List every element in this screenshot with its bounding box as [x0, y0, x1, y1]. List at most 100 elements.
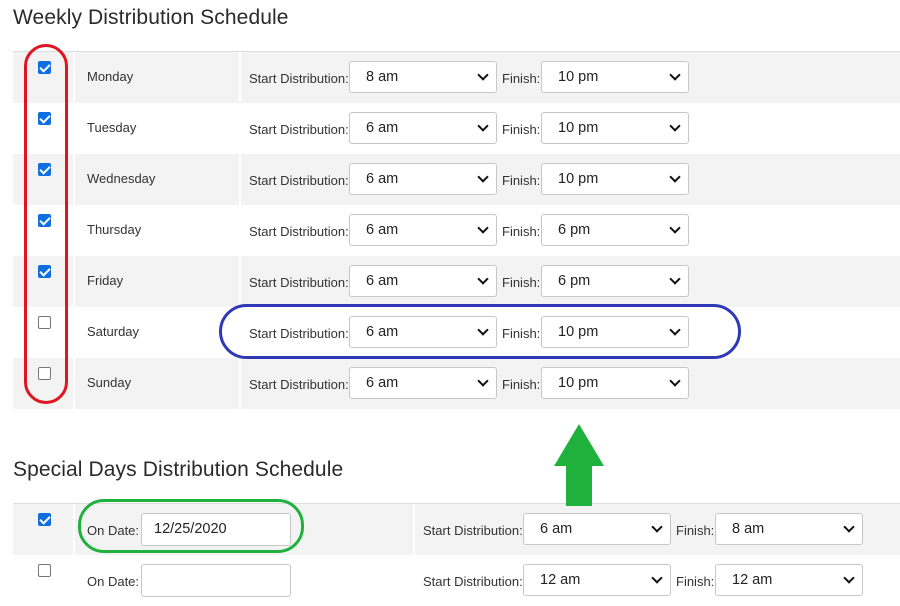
start-time-select[interactable]: 12 am	[523, 564, 671, 596]
finish-label: Finish:	[676, 574, 715, 589]
day-name: Monday	[87, 69, 134, 84]
column-divider	[73, 154, 75, 205]
start-time-select[interactable]: 6 am	[349, 214, 497, 246]
up-arrow-icon	[554, 424, 604, 506]
column-divider	[413, 555, 415, 606]
finish-time-select[interactable]: 10 pm	[541, 112, 689, 144]
chevron-down-icon	[477, 222, 489, 234]
chevron-down-icon	[651, 521, 663, 533]
finish-time-select-value: 10 pm	[558, 171, 599, 187]
finish-label: Finish:	[502, 275, 541, 290]
finish-time-select[interactable]: 6 pm	[541, 265, 689, 297]
column-divider	[73, 555, 75, 606]
start-time-select[interactable]: 6 am	[523, 513, 671, 545]
start-time-select-value: 6 am	[366, 273, 399, 289]
finish-time-select-value: 10 pm	[558, 120, 599, 136]
up-arrow-shape	[554, 424, 604, 506]
column-divider	[73, 52, 75, 103]
start-distribution-label: Start Distribution:	[249, 122, 349, 137]
start-distribution-label: Start Distribution:	[249, 275, 349, 290]
start-time-select-value: 6 am	[366, 120, 399, 136]
finish-time-select[interactable]: 6 pm	[541, 214, 689, 246]
finish-label: Finish:	[502, 71, 541, 86]
column-divider	[73, 504, 75, 555]
start-distribution-label: Start Distribution:	[249, 173, 349, 188]
column-divider	[73, 358, 75, 409]
start-time-select[interactable]: 6 am	[349, 163, 497, 195]
day-name: Thursday	[87, 222, 142, 237]
weekly-row: Thursday Start Distribution: 6 am Finish: 6 …	[13, 205, 900, 256]
finish-time-select-value: 10 pm	[558, 69, 599, 85]
chevron-down-icon	[477, 171, 489, 183]
start-time-select-value: 6 am	[366, 375, 399, 391]
chevron-down-icon	[669, 120, 681, 132]
chevron-down-icon	[669, 69, 681, 81]
finish-label: Finish:	[502, 224, 541, 239]
chevron-down-icon	[669, 222, 681, 234]
finish-time-select-value: 10 pm	[558, 375, 599, 391]
finish-time-select[interactable]: 10 pm	[541, 163, 689, 195]
finish-label: Finish:	[502, 173, 541, 188]
chevron-down-icon	[477, 375, 489, 387]
day-name: Sunday	[87, 375, 132, 390]
column-divider	[239, 358, 241, 409]
on-date-label: On Date:	[87, 574, 140, 589]
day-name: Wednesday	[87, 171, 156, 186]
start-time-select[interactable]: 6 am	[349, 367, 497, 399]
saturday-times-highlight-ring	[219, 304, 741, 359]
start-time-select-value: 12 am	[540, 572, 581, 588]
chevron-down-icon	[843, 521, 855, 533]
weekly-row: Tuesday Start Distribution: 6 am Finish: 10 …	[13, 103, 900, 154]
special-day-enabled-checkbox[interactable]	[38, 564, 51, 577]
chevron-down-icon	[669, 273, 681, 285]
chevron-down-icon	[651, 572, 663, 584]
finish-time-select[interactable]: 12 am	[715, 564, 863, 596]
column-divider	[239, 52, 241, 103]
day-name: Tuesday	[87, 120, 137, 135]
special-date-highlight-ring	[78, 499, 304, 553]
start-time-select[interactable]: 6 am	[349, 265, 497, 297]
finish-label: Finish:	[502, 377, 541, 392]
column-divider	[413, 504, 415, 555]
weekly-row: Friday Start Distribution: 6 am Finish: 6 pm	[13, 256, 900, 307]
day-name: Friday	[87, 273, 124, 288]
finish-time-select-value: 6 pm	[558, 273, 591, 289]
special-day-enabled-checkbox[interactable]	[38, 513, 51, 526]
start-time-select[interactable]: 6 am	[349, 112, 497, 144]
chevron-down-icon	[477, 273, 489, 285]
start-distribution-label: Start Distribution:	[423, 574, 523, 589]
column-divider	[239, 256, 241, 307]
weekly-row: Sunday Start Distribution: 6 am Finish: 10 p…	[13, 358, 900, 409]
column-divider	[73, 307, 75, 358]
finish-label: Finish:	[502, 122, 541, 137]
finish-time-select-value: 12 am	[732, 572, 773, 588]
start-distribution-label: Start Distribution:	[249, 224, 349, 239]
column-divider	[73, 205, 75, 256]
column-divider	[239, 103, 241, 154]
start-time-select[interactable]: 8 am	[349, 61, 497, 93]
chevron-down-icon	[843, 572, 855, 584]
date-input[interactable]	[141, 564, 291, 597]
start-distribution-label: Start Distribution:	[423, 523, 523, 538]
weekly-row: Wednesday Start Distribution: 6 am Finish: 1…	[13, 154, 900, 205]
start-distribution-label: Start Distribution:	[249, 377, 349, 392]
start-time-select-value: 6 am	[540, 521, 573, 537]
column-divider	[239, 154, 241, 205]
day-name: Saturday	[87, 324, 140, 339]
special-day-row: On Date: Start Distribution: 12 am Finish: 1…	[13, 555, 900, 606]
chevron-down-icon	[477, 69, 489, 81]
weekly-schedule-title: Weekly Distribution Schedule	[13, 6, 289, 29]
special-days-schedule-title: Special Days Distribution Schedule	[13, 458, 344, 481]
start-time-select-value: 8 am	[366, 69, 399, 85]
weekly-row: Monday Start Distribution: 8 am Finish: 10 p…	[13, 52, 900, 103]
finish-time-select[interactable]: 10 pm	[541, 367, 689, 399]
checkbox-column-highlight-ring	[24, 44, 68, 404]
finish-time-select[interactable]: 10 pm	[541, 61, 689, 93]
finish-time-select-value: 8 am	[732, 521, 765, 537]
chevron-down-icon	[669, 171, 681, 183]
finish-time-select[interactable]: 8 am	[715, 513, 863, 545]
start-distribution-label: Start Distribution:	[249, 71, 349, 86]
finish-time-select-value: 6 pm	[558, 222, 591, 238]
column-divider	[73, 256, 75, 307]
start-time-select-value: 6 am	[366, 171, 399, 187]
